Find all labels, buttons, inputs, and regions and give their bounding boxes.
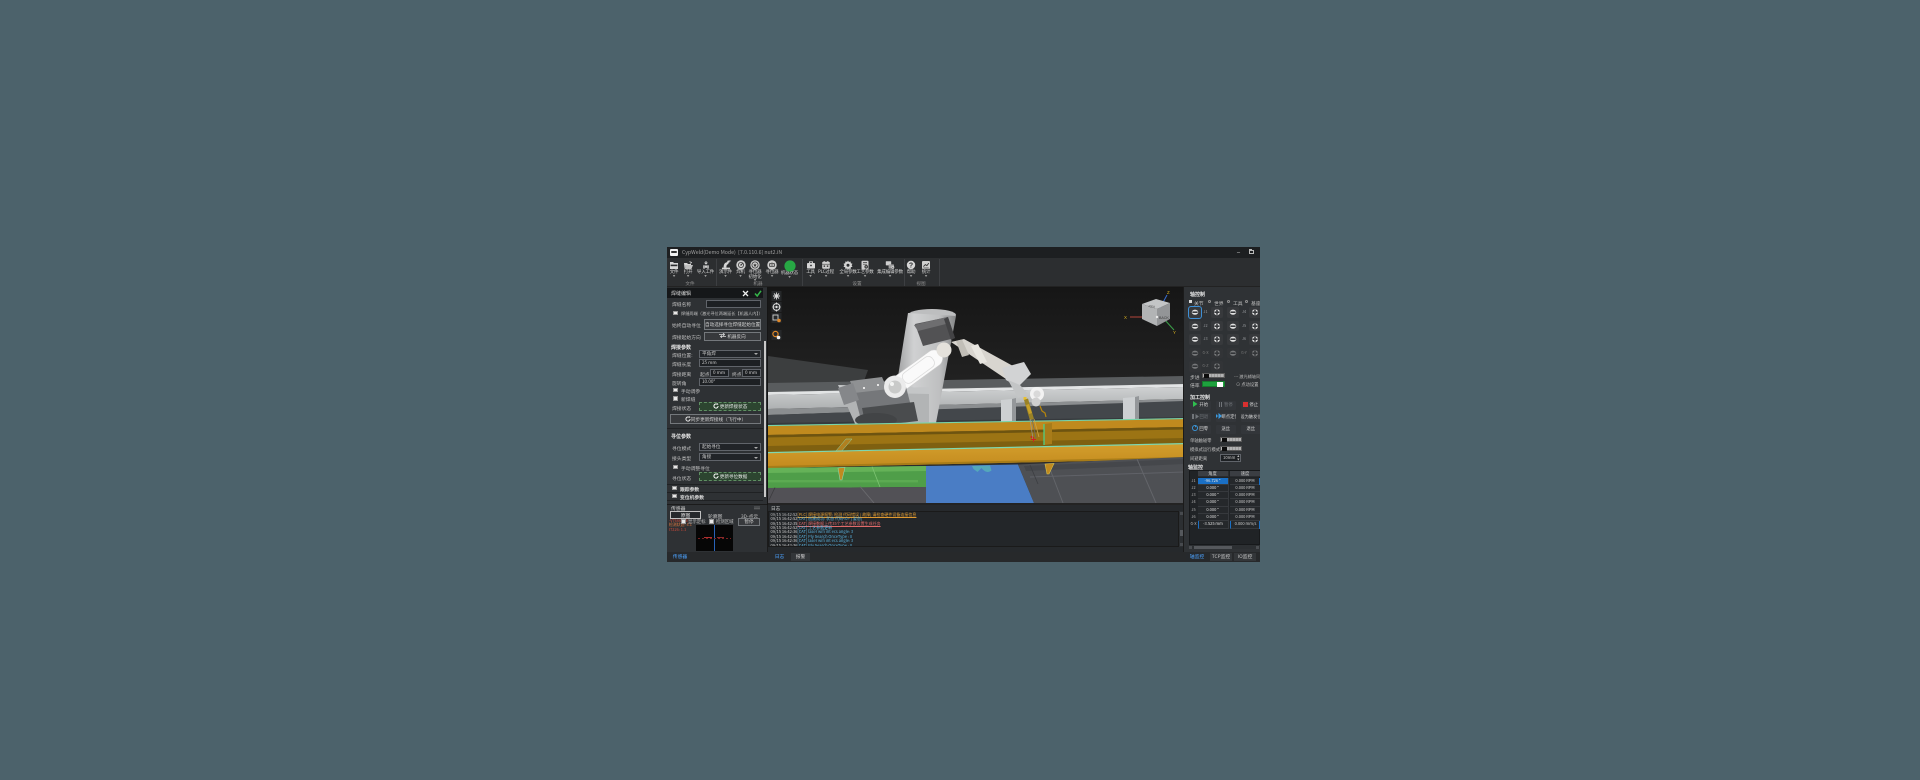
svg-text:BACK: BACK — [1159, 316, 1169, 320]
svg-text:Y: Y — [1173, 330, 1176, 335]
svg-text:X: X — [1124, 315, 1127, 320]
svg-text:Z: Z — [1167, 290, 1170, 295]
svg-text:?: ? — [909, 262, 913, 269]
